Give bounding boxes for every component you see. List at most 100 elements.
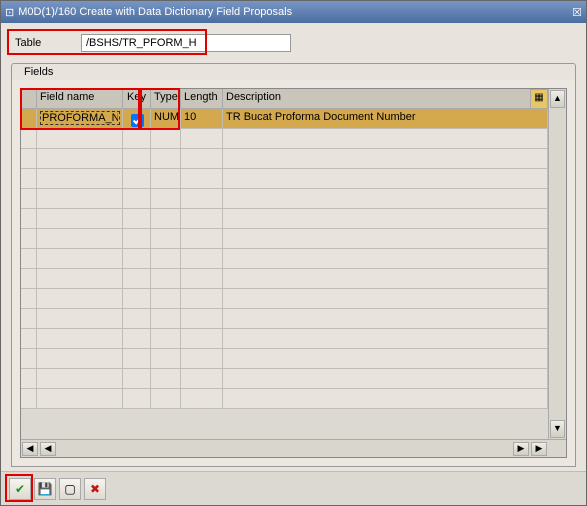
table-row[interactable]	[21, 389, 548, 409]
row-selector[interactable]	[21, 329, 37, 349]
cell-key[interactable]	[123, 349, 151, 369]
close-icon[interactable]: ☒	[572, 6, 582, 19]
tab-fields[interactable]: Fields	[11, 63, 576, 80]
save-button[interactable]: 💾	[34, 478, 56, 500]
row-selector[interactable]	[21, 129, 37, 149]
row-selector[interactable]	[21, 249, 37, 269]
cell-description[interactable]: TR Bucat Proforma Document Number	[223, 109, 548, 129]
cell-field-name[interactable]	[37, 169, 123, 189]
cell-type[interactable]	[151, 169, 181, 189]
scroll-right-icon[interactable]: ▶	[513, 442, 529, 456]
cell-length[interactable]	[181, 149, 223, 169]
table-row[interactable]	[21, 209, 548, 229]
cell-description[interactable]	[223, 329, 548, 349]
cell-length[interactable]	[181, 349, 223, 369]
table-row[interactable]	[21, 129, 548, 149]
cell-key[interactable]	[123, 329, 151, 349]
cell-field-name[interactable]	[37, 269, 123, 289]
cell-description[interactable]	[223, 169, 548, 189]
cell-type[interactable]	[151, 349, 181, 369]
col-description[interactable]: Description	[223, 89, 548, 109]
horizontal-scrollbar[interactable]: ◀ ◀ ▶ ▶	[21, 439, 566, 457]
scroll-down-icon[interactable]: ▼	[550, 420, 565, 438]
cell-type[interactable]	[151, 149, 181, 169]
cell-description[interactable]	[223, 189, 548, 209]
cell-key[interactable]	[123, 129, 151, 149]
row-selector[interactable]	[21, 149, 37, 169]
cell-field-name[interactable]	[37, 249, 123, 269]
col-field-name[interactable]: Field name	[37, 89, 123, 109]
cell-field-name[interactable]	[37, 309, 123, 329]
cell-field-name[interactable]	[37, 389, 123, 409]
cancel-button[interactable]: ✖	[84, 478, 106, 500]
cell-length[interactable]	[181, 389, 223, 409]
table-row[interactable]	[21, 369, 548, 389]
cell-description[interactable]	[223, 229, 548, 249]
row-selector[interactable]	[21, 229, 37, 249]
cell-key[interactable]	[123, 389, 151, 409]
table-row[interactable]	[21, 169, 548, 189]
cell-field-name[interactable]	[37, 129, 123, 149]
cell-description[interactable]	[223, 269, 548, 289]
row-selector[interactable]	[21, 309, 37, 329]
row-selector[interactable]	[21, 209, 37, 229]
table-row[interactable]	[21, 349, 548, 369]
row-selector[interactable]	[21, 109, 37, 129]
table-row[interactable]	[21, 189, 548, 209]
cell-description[interactable]	[223, 249, 548, 269]
row-selector[interactable]	[21, 389, 37, 409]
cell-field-name[interactable]	[37, 369, 123, 389]
cell-key[interactable]	[123, 289, 151, 309]
row-selector[interactable]	[21, 349, 37, 369]
cell-field-name[interactable]	[37, 189, 123, 209]
cell-description[interactable]	[223, 149, 548, 169]
col-type[interactable]: Type	[151, 89, 181, 109]
cell-field-name[interactable]	[37, 349, 123, 369]
cell-field-name[interactable]	[37, 229, 123, 249]
cell-type[interactable]	[151, 369, 181, 389]
field-name-input[interactable]	[40, 111, 120, 125]
cell-key[interactable]	[123, 269, 151, 289]
scroll-left-icon[interactable]: ◀	[40, 442, 56, 456]
cell-key[interactable]	[123, 189, 151, 209]
table-row[interactable]	[21, 269, 548, 289]
cell-length[interactable]	[181, 329, 223, 349]
vertical-scrollbar[interactable]: ▲ ▼	[548, 89, 566, 439]
cell-type[interactable]	[151, 329, 181, 349]
cell-length[interactable]	[181, 369, 223, 389]
table-row[interactable]	[21, 289, 548, 309]
cell-description[interactable]	[223, 129, 548, 149]
row-selector[interactable]	[21, 269, 37, 289]
row-selector[interactable]	[21, 189, 37, 209]
cell-type[interactable]	[151, 129, 181, 149]
new-button[interactable]: ▢	[59, 478, 81, 500]
cell-key[interactable]	[123, 209, 151, 229]
cell-type[interactable]	[151, 209, 181, 229]
cell-field-name[interactable]	[37, 109, 123, 129]
cell-type[interactable]	[151, 189, 181, 209]
cell-field-name[interactable]	[37, 289, 123, 309]
table-name-input[interactable]	[81, 34, 291, 52]
row-selector[interactable]	[21, 169, 37, 189]
cell-type[interactable]	[151, 309, 181, 329]
table-row[interactable]	[21, 149, 548, 169]
cell-key[interactable]	[123, 249, 151, 269]
cell-length[interactable]	[181, 309, 223, 329]
cell-length[interactable]	[181, 169, 223, 189]
cell-length[interactable]	[181, 129, 223, 149]
cell-description[interactable]	[223, 389, 548, 409]
cell-type[interactable]	[151, 289, 181, 309]
col-select-all[interactable]	[21, 89, 37, 109]
cell-length[interactable]: 10	[181, 109, 223, 129]
cell-length[interactable]	[181, 209, 223, 229]
cell-type[interactable]	[151, 269, 181, 289]
cell-type[interactable]	[151, 389, 181, 409]
cell-description[interactable]	[223, 349, 548, 369]
cell-field-name[interactable]	[37, 149, 123, 169]
cell-field-name[interactable]	[37, 209, 123, 229]
table-row[interactable]: NUMC10TR Bucat Proforma Document Number	[21, 109, 548, 129]
cell-key[interactable]	[123, 309, 151, 329]
cell-field-name[interactable]	[37, 329, 123, 349]
cell-type[interactable]	[151, 229, 181, 249]
scroll-left-start-icon[interactable]: ◀	[22, 442, 38, 456]
